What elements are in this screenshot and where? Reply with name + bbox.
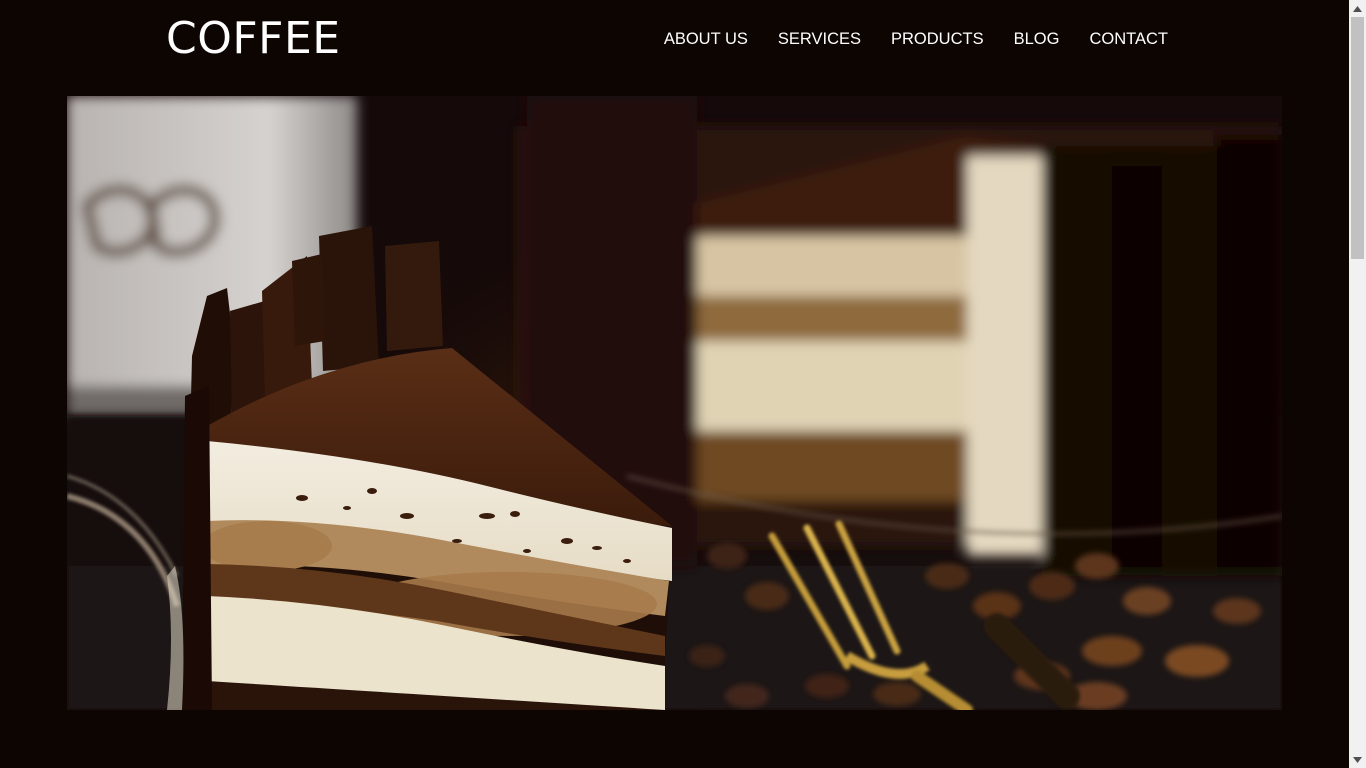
nav-products[interactable]: PRODUCTS [891,28,984,50]
tiramisu-photo [67,96,1282,710]
scroll-up-icon[interactable] [1349,0,1366,17]
main-nav: ABOUT US SERVICES PRODUCTS BLOG CONTACT [664,28,1168,50]
nav-about-us[interactable]: ABOUT US [664,28,748,50]
page-scrollbar[interactable] [1349,0,1366,768]
scroll-thumb[interactable] [1351,17,1364,259]
site-logo[interactable]: COFFEE [166,12,341,66]
scroll-down-icon[interactable] [1349,751,1366,768]
nav-contact[interactable]: CONTACT [1089,28,1168,50]
nav-services[interactable]: SERVICES [778,28,861,50]
nav-blog[interactable]: BLOG [1014,28,1060,50]
hero-image [67,96,1282,710]
page: COFFEE ABOUT US SERVICES PRODUCTS BLOG C… [0,0,1349,768]
